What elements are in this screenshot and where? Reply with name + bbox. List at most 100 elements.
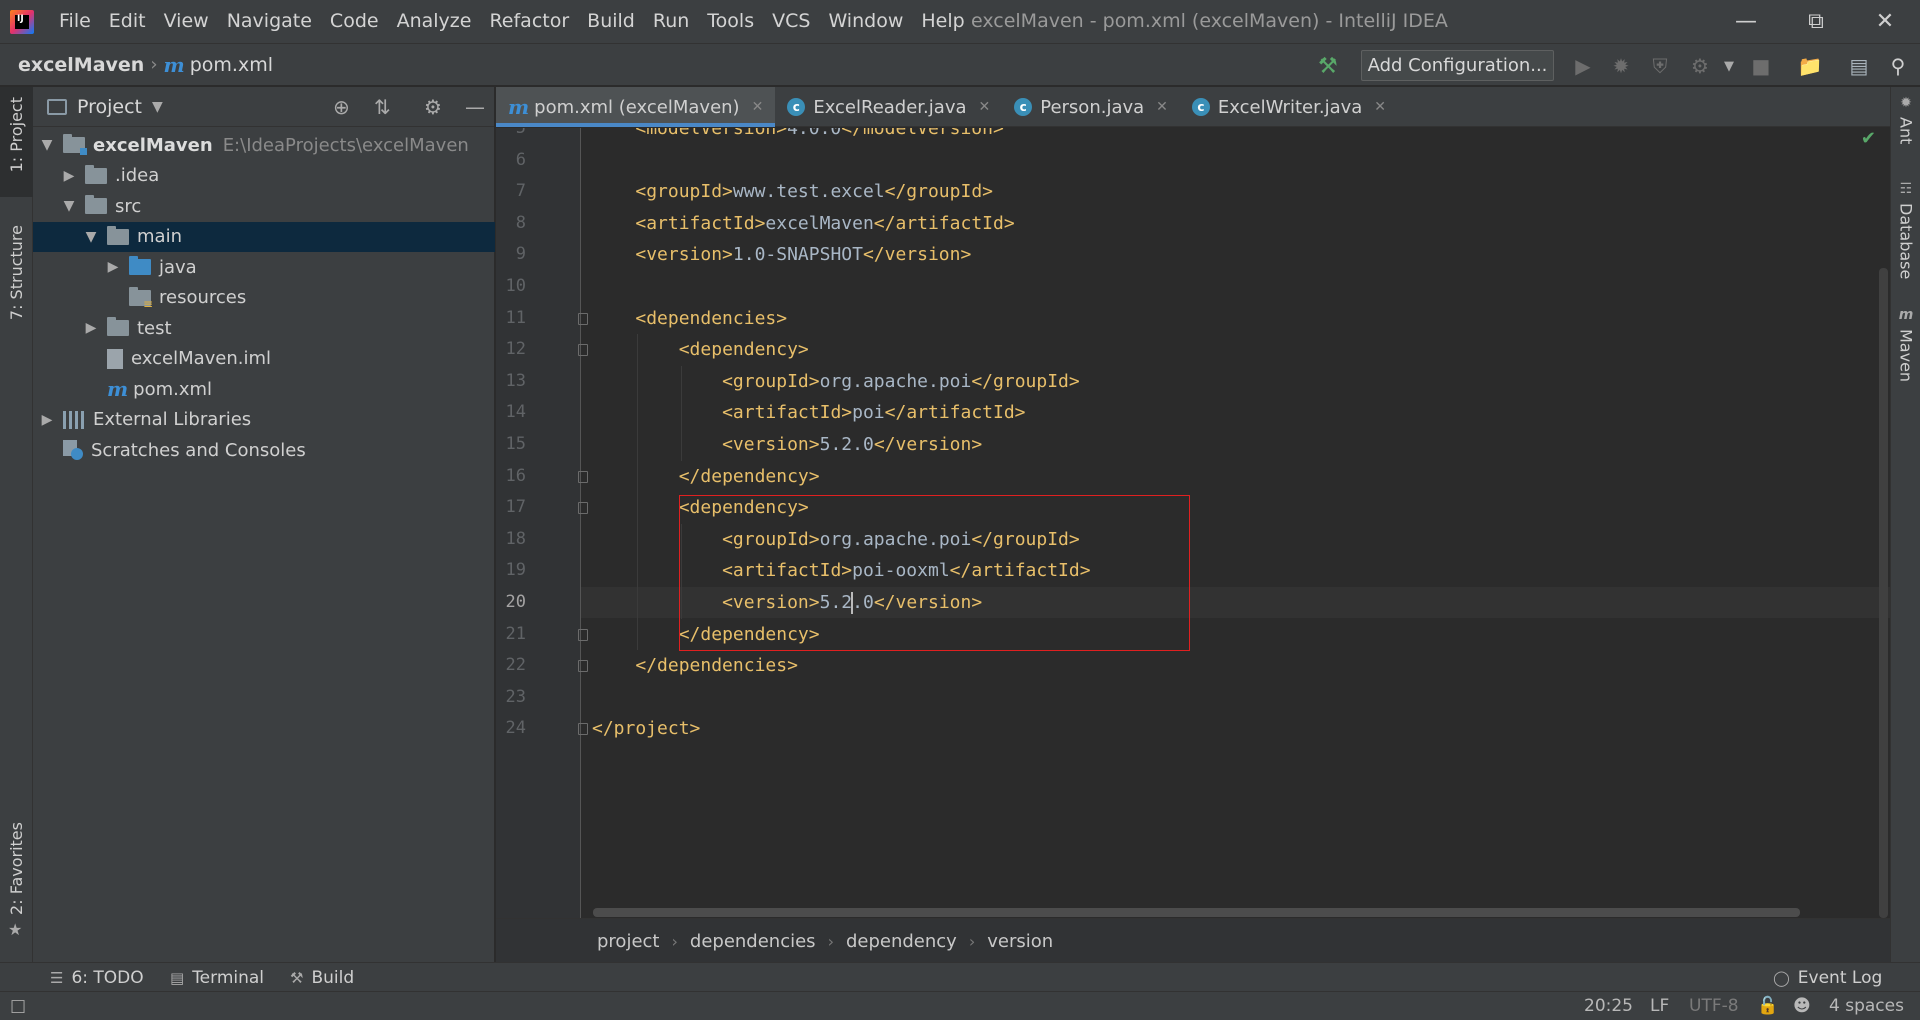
line-separator[interactable]: LF: [1650, 992, 1669, 1020]
inspector-icon[interactable]: ☻: [1793, 992, 1811, 1020]
locate-icon[interactable]: ⊕: [333, 95, 350, 119]
code-editor[interactable]: 5 <modelVersion>4.0.0</modelVersion> 6 7 <gr…: [496, 128, 1890, 918]
tree-item[interactable]: ▶ test: [33, 313, 495, 343]
menu-tools[interactable]: Tools: [698, 0, 763, 43]
tree-item[interactable]: ▼ src: [33, 191, 495, 221]
fold-marker-icon[interactable]: [578, 660, 588, 673]
tab-ant[interactable]: ✹ Ant: [1891, 95, 1920, 144]
tab-database[interactable]: ☶ Database: [1891, 181, 1920, 279]
indent-setting[interactable]: 4 spaces: [1829, 992, 1904, 1020]
tree-item-label: .idea: [115, 165, 160, 186]
tab-project[interactable]: 1: Project: [0, 87, 33, 197]
chevron-right-icon[interactable]: ▶: [59, 168, 79, 184]
editor-tab-label: ExcelWriter.java: [1217, 96, 1363, 118]
xml-tag: </version>: [873, 434, 983, 455]
coverage-icon[interactable]: ⛨: [1647, 53, 1673, 79]
editor-tab[interactable]: c ExcelWriter.java ✕: [1180, 87, 1398, 127]
menu-run[interactable]: Run: [644, 0, 698, 43]
nav-project[interactable]: excelMaven: [18, 54, 144, 76]
project-panel-header: Project ▼ ⊕ ⇅ ⚙ —: [33, 87, 494, 127]
file-encoding[interactable]: UTF-8: [1689, 992, 1739, 1020]
chevron-down-icon[interactable]: ▼: [37, 137, 57, 153]
horizontal-scrollbar[interactable]: [593, 908, 1800, 917]
chevron-down-icon[interactable]: ▼: [81, 229, 101, 245]
menu-code[interactable]: Code: [321, 0, 388, 43]
chevron-down-icon[interactable]: ▼: [1716, 53, 1742, 79]
fold-marker-icon[interactable]: [578, 723, 588, 736]
menu-refactor[interactable]: Refactor: [480, 0, 578, 43]
chevron-down-icon[interactable]: ▼: [152, 99, 163, 115]
editor-tab[interactable]: m pom.xml (excelMaven) ✕: [496, 87, 776, 127]
close-tab-icon[interactable]: ✕: [752, 99, 764, 115]
menu-window[interactable]: Window: [819, 0, 912, 43]
close-tab-icon[interactable]: ✕: [979, 99, 991, 115]
close-tab-icon[interactable]: ✕: [1374, 99, 1386, 115]
breadcrumb-item[interactable]: project: [597, 931, 659, 952]
stop-icon[interactable]: ■: [1748, 53, 1774, 79]
indent-guide: [637, 523, 639, 556]
build-hammer-icon[interactable]: ⚒: [1318, 54, 1338, 79]
editor-tab[interactable]: c Person.java ✕: [1002, 87, 1180, 127]
menu-help[interactable]: Help: [912, 0, 973, 43]
tab-structure[interactable]: 7: Structure: [0, 225, 33, 355]
collapse-all-icon[interactable]: ⇅: [374, 95, 391, 119]
nav-file[interactable]: pom.xml: [190, 54, 273, 76]
fold-marker-icon[interactable]: [578, 502, 588, 515]
menu-build[interactable]: Build: [578, 0, 644, 43]
vertical-scrollbar[interactable]: [1879, 268, 1888, 918]
breadcrumb-item[interactable]: version: [987, 931, 1053, 952]
menu-vcs[interactable]: VCS: [763, 0, 819, 43]
tree-item[interactable]: ▶ .idea: [33, 161, 495, 191]
tool-event-log[interactable]: ◯ Event Log: [1773, 963, 1882, 992]
menu-navigate[interactable]: Navigate: [218, 0, 321, 43]
line-number: 15: [505, 434, 526, 454]
tree-item[interactable]: ▶ External Libraries: [33, 405, 495, 435]
lock-icon[interactable]: 🔓: [1757, 992, 1778, 1020]
tab-maven[interactable]: m Maven: [1891, 307, 1920, 382]
tree-item[interactable]: ▼ main: [33, 221, 495, 252]
fold-marker-icon[interactable]: [578, 470, 588, 483]
hide-icon[interactable]: —: [465, 95, 485, 119]
tree-item[interactable]: resources: [33, 283, 495, 313]
line-number: 14: [505, 402, 526, 423]
menu-file[interactable]: File: [50, 0, 100, 43]
tool-build[interactable]: ⚒ Build: [290, 963, 354, 992]
breadcrumb-item[interactable]: dependencies: [690, 931, 816, 952]
toggle-tool-windows-icon[interactable]: □: [10, 992, 26, 1020]
caret-position[interactable]: 20:25: [1584, 992, 1633, 1020]
tree-item[interactable]: ▶ java: [33, 252, 495, 282]
tree-item[interactable]: m pom.xml: [33, 374, 495, 404]
debug-icon[interactable]: ✹: [1608, 53, 1634, 79]
tree-item[interactable]: excelMaven.iml: [33, 344, 495, 374]
menu-analyze[interactable]: Analyze: [388, 0, 481, 43]
chevron-down-icon[interactable]: ▼: [59, 198, 79, 214]
run-icon[interactable]: ▶: [1570, 53, 1596, 79]
menu-edit[interactable]: Edit: [100, 0, 155, 43]
restore-icon[interactable]: ⧉: [1781, 0, 1851, 43]
tree-item[interactable]: ▼ excelMaven E:\IdeaProjects\excelMaven: [33, 130, 495, 160]
menu-view[interactable]: View: [155, 0, 218, 43]
tree-item-label: src: [115, 195, 142, 217]
project-panel-title[interactable]: Project: [77, 96, 142, 118]
breadcrumb-item[interactable]: dependency: [846, 931, 957, 952]
editor-tab[interactable]: c ExcelReader.java ✕: [775, 87, 1002, 127]
tree-item[interactable]: Scratches and Consoles: [33, 435, 495, 465]
terminal-window-icon[interactable]: ▤: [1846, 53, 1872, 79]
tool-terminal[interactable]: ▤ Terminal: [170, 963, 264, 992]
chevron-right-icon[interactable]: ▶: [81, 320, 101, 336]
close-tab-icon[interactable]: ✕: [1156, 99, 1168, 115]
close-icon[interactable]: ✕: [1850, 0, 1920, 43]
profile-icon[interactable]: ⚙: [1687, 53, 1713, 79]
minimize-icon[interactable]: —: [1711, 0, 1781, 43]
fold-marker-icon[interactable]: [578, 312, 588, 325]
chevron-right-icon[interactable]: ▶: [37, 412, 57, 428]
search-icon[interactable]: ⚲: [1885, 53, 1911, 79]
add-configuration-button[interactable]: Add Configuration...: [1361, 50, 1554, 81]
gear-icon[interactable]: ⚙: [424, 95, 442, 119]
tool-todo[interactable]: ☰ 6: TODO: [50, 963, 144, 992]
fold-marker-icon[interactable]: [578, 628, 588, 641]
project-structure-icon[interactable]: 📁: [1797, 53, 1823, 79]
chevron-right-icon[interactable]: ▶: [103, 259, 123, 275]
fold-marker-icon[interactable]: [578, 344, 588, 357]
code-line: </dependencies>: [635, 650, 798, 682]
